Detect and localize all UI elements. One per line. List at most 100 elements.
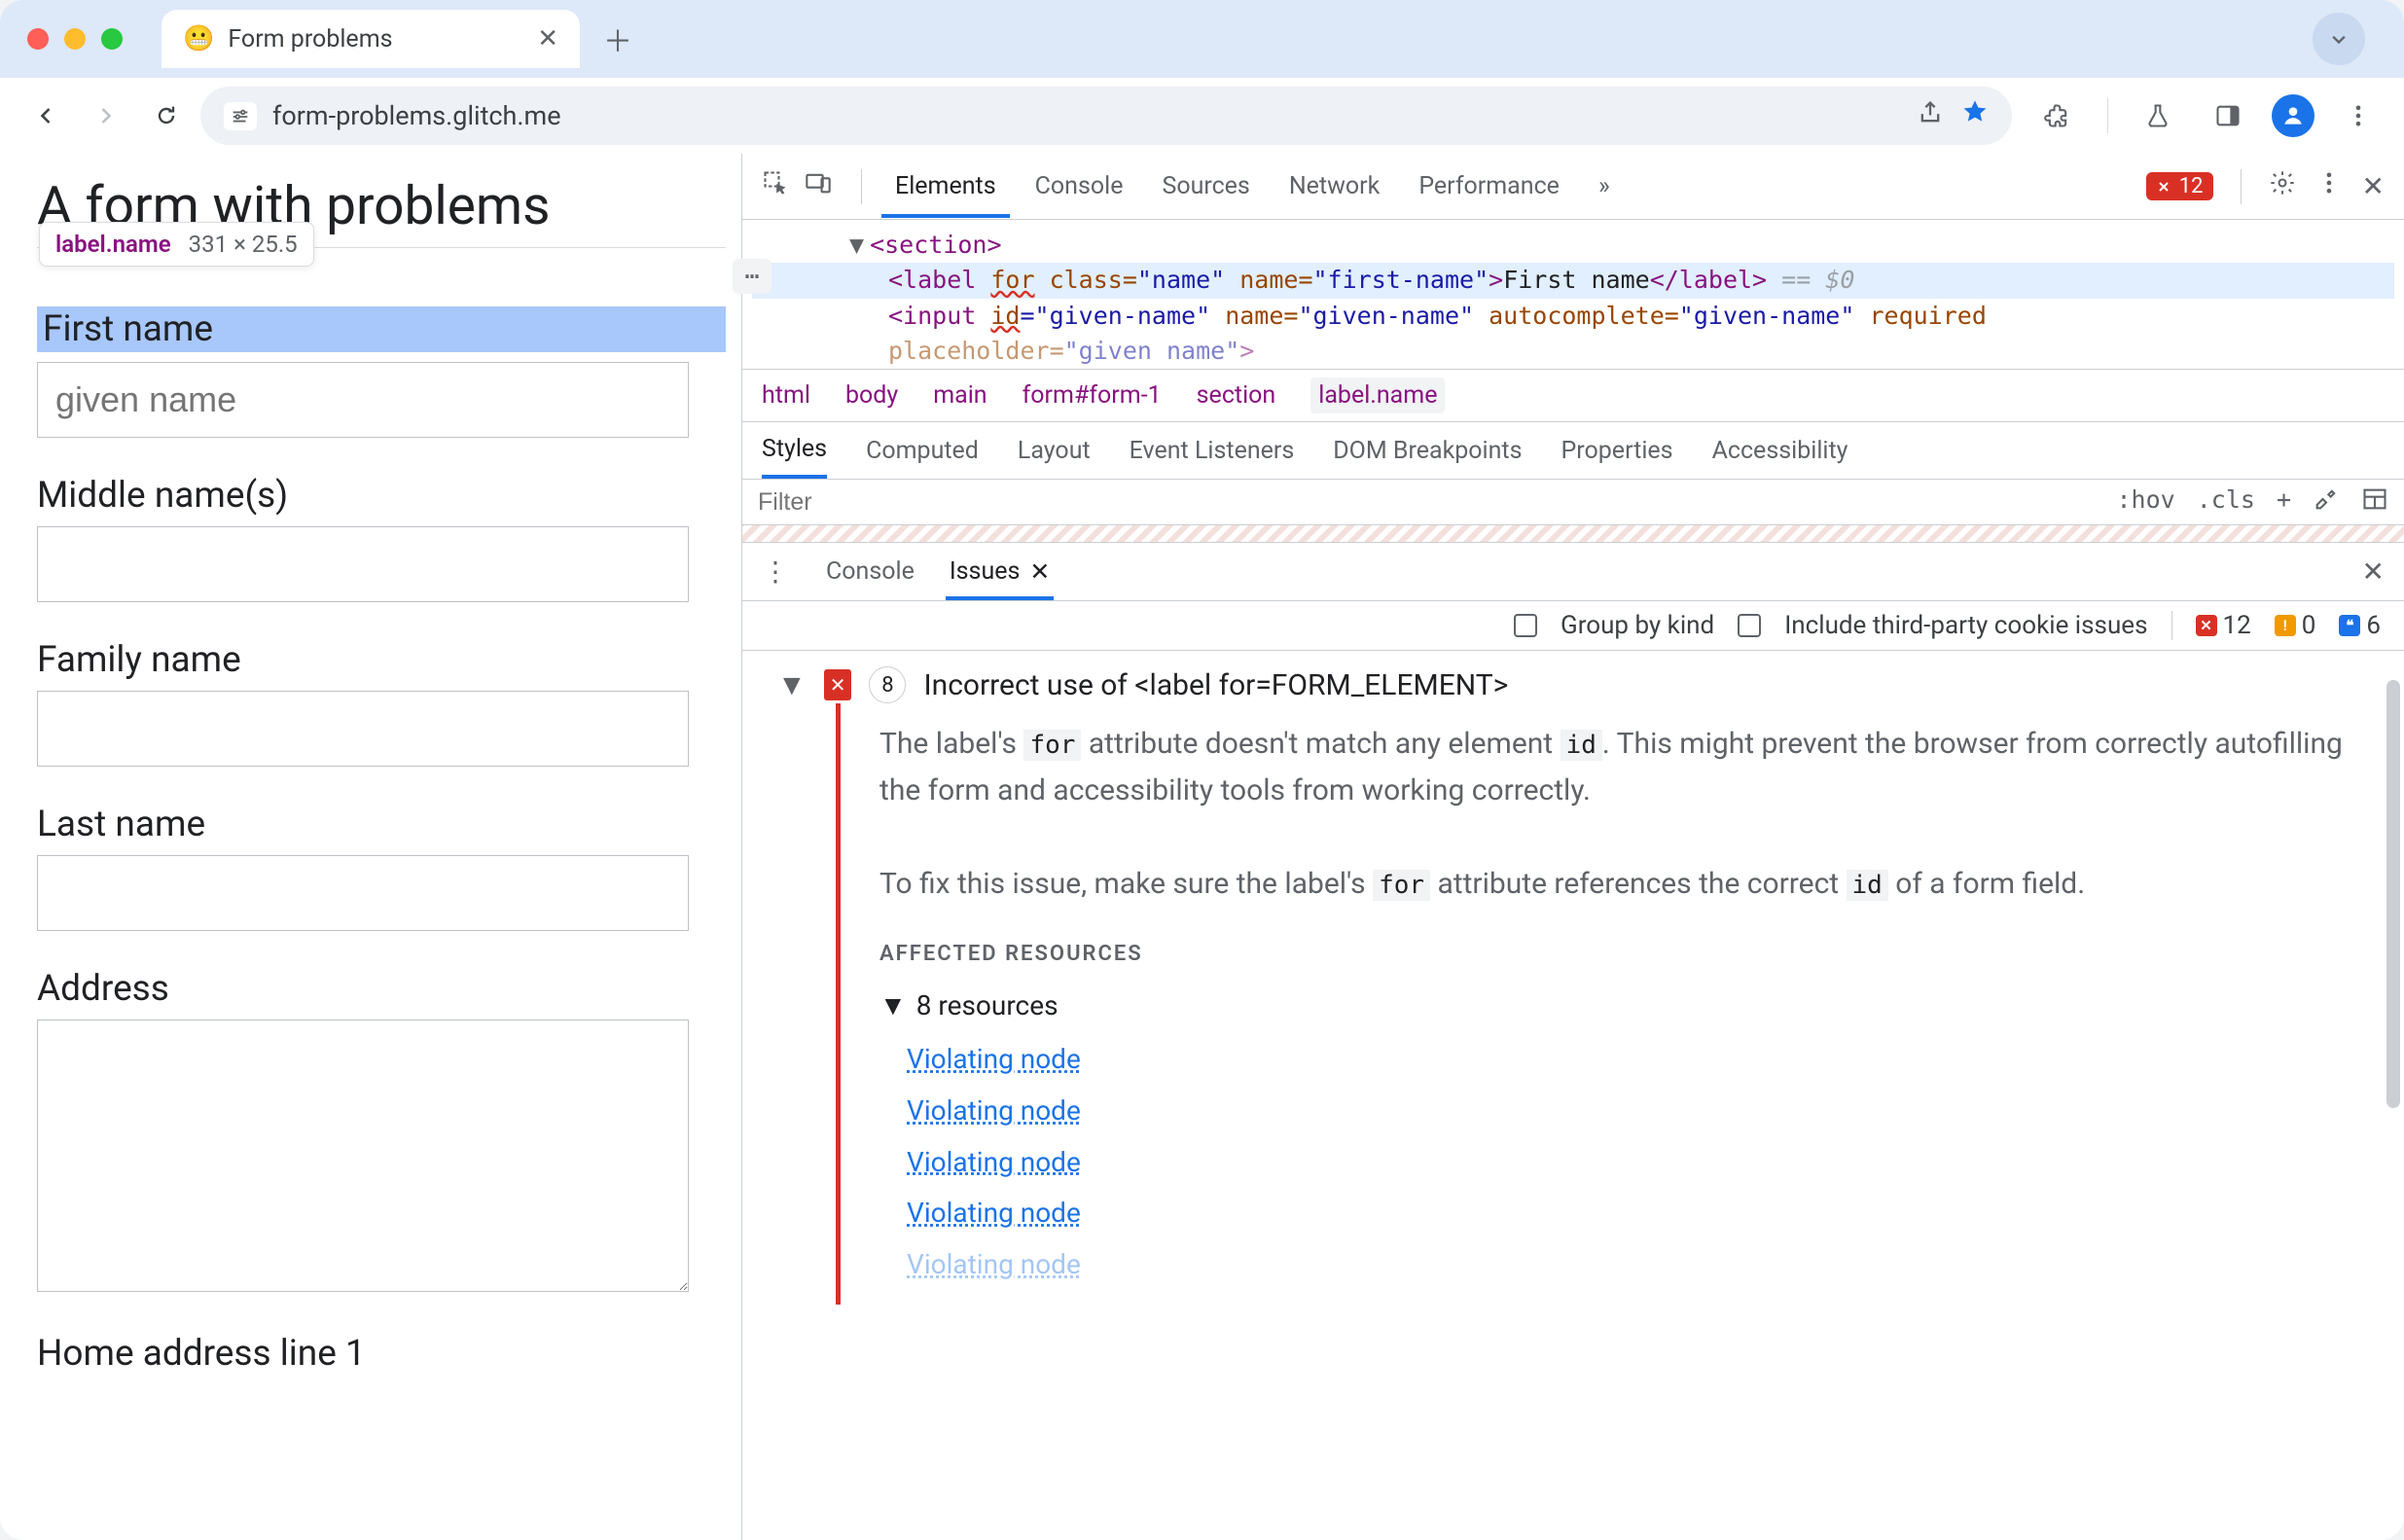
- violating-node-link[interactable]: Violating node: [907, 1243, 2365, 1287]
- devtools-close-button[interactable]: ✕: [2362, 170, 2385, 202]
- crumb[interactable]: html: [762, 381, 810, 410]
- drawer-tab-issues-label: Issues: [950, 557, 1021, 586]
- resources-toggle[interactable]: ▼ 8 resources: [879, 985, 2365, 1028]
- drawer-tab-issues[interactable]: Issues ✕: [946, 544, 1055, 600]
- cls-toggle[interactable]: .cls: [2197, 485, 2255, 519]
- group-by-kind-checkbox[interactable]: [1514, 614, 1537, 637]
- dots-vertical-icon: [2315, 169, 2343, 197]
- issue-count-errors: ✕12: [2196, 611, 2251, 640]
- dom-node-selected[interactable]: <label for class="name" name="first-name…: [752, 263, 2394, 298]
- issue-content: The label's for attribute doesn't match …: [836, 703, 2385, 1305]
- tab-console[interactable]: Console: [1022, 155, 1137, 218]
- tab-elements[interactable]: Elements: [881, 155, 1010, 218]
- tab-close-button[interactable]: ✕: [537, 24, 558, 54]
- site-info-icon[interactable]: [224, 102, 257, 130]
- drawer-tab-console[interactable]: Console: [822, 544, 918, 599]
- styles-filter-input[interactable]: [758, 488, 2105, 517]
- dom-tree[interactable]: ⋯ ▼<section> <label for class="name" nam…: [742, 220, 2404, 369]
- extensions-button[interactable]: [2031, 90, 2084, 142]
- drawer-menu[interactable]: ⋮: [762, 555, 789, 588]
- crumb[interactable]: form#form-1: [1023, 381, 1162, 410]
- tab-performance[interactable]: Performance: [1405, 155, 1573, 218]
- close-window-button[interactable]: [27, 28, 49, 50]
- issue-item: ▼ ✕ 8 Incorrect use of <label for=FORM_E…: [742, 651, 2404, 1324]
- scrollbar-thumb[interactable]: [2386, 680, 2400, 1108]
- tune-icon: [230, 106, 251, 127]
- person-icon: [2280, 103, 2306, 128]
- first-name-input[interactable]: [37, 362, 689, 438]
- reload-button[interactable]: [140, 90, 193, 142]
- family-name-input[interactable]: [37, 691, 689, 767]
- crumb-active[interactable]: label.name: [1310, 377, 1445, 413]
- tab-network[interactable]: Network: [1275, 155, 1393, 218]
- last-name-input[interactable]: [37, 855, 689, 931]
- new-tab-button[interactable]: ＋: [592, 13, 644, 65]
- back-button[interactable]: [19, 90, 72, 142]
- forward-button[interactable]: [80, 90, 132, 142]
- maximize-window-button[interactable]: [101, 28, 123, 50]
- thirdparty-checkbox[interactable]: [1738, 614, 1761, 637]
- address-textarea[interactable]: [37, 1020, 689, 1292]
- new-rule-button[interactable]: +: [2277, 485, 2291, 519]
- tab-more[interactable]: »: [1585, 155, 1624, 218]
- issue-header[interactable]: ▼ ✕ 8 Incorrect use of <label for=FORM_E…: [777, 666, 2385, 703]
- violating-node-link[interactable]: Violating node: [907, 1038, 2365, 1082]
- dom-node[interactable]: ▼<section>: [752, 228, 2394, 263]
- violating-node-link[interactable]: Violating node: [907, 1141, 2365, 1185]
- dom-node[interactable]: placeholder="given name">: [752, 334, 2394, 369]
- bookmark-button[interactable]: [1961, 98, 1989, 133]
- styles-tab-layout[interactable]: Layout: [1018, 437, 1091, 465]
- star-icon: [1961, 98, 1989, 125]
- minimize-window-button[interactable]: [64, 28, 86, 50]
- gear-icon: [2269, 169, 2296, 197]
- styles-tab-dom-bp[interactable]: DOM Breakpoints: [1333, 437, 1522, 465]
- tooltip-dimensions: 331 × 25.5: [189, 231, 298, 258]
- sidepanel-button[interactable]: [2202, 90, 2254, 142]
- disclosure-triangle-icon: ▼: [879, 985, 907, 1028]
- dom-overflow-icon[interactable]: ⋯: [733, 259, 771, 294]
- render-toggle-button[interactable]: [2361, 485, 2388, 519]
- arrow-right-icon: [92, 102, 120, 129]
- disclosure-triangle-icon[interactable]: ▼: [777, 668, 807, 702]
- drawer-tab-close[interactable]: ✕: [1029, 557, 1050, 587]
- settings-button[interactable]: [2269, 169, 2296, 203]
- thirdparty-label: Include third-party cookie issues: [1784, 611, 2147, 640]
- crumb[interactable]: body: [845, 381, 898, 410]
- error-icon: [2156, 179, 2171, 195]
- styles-tab-styles[interactable]: Styles: [762, 423, 827, 479]
- flask-icon: [2144, 102, 2171, 129]
- hov-toggle[interactable]: :hov: [2117, 485, 2175, 519]
- issue-paragraph: The label's for attribute doesn't match …: [879, 721, 2365, 814]
- device-mode-button[interactable]: [805, 169, 832, 203]
- styles-tab-accessibility[interactable]: Accessibility: [1712, 437, 1848, 465]
- computed-toggle-button[interactable]: [2313, 485, 2340, 519]
- issues-toolbar: Group by kind Include third-party cookie…: [742, 601, 2404, 651]
- tab-list-dropdown[interactable]: [2313, 13, 2365, 65]
- styles-tab-properties[interactable]: Properties: [1561, 437, 1673, 465]
- drawer-close-button[interactable]: ✕: [2362, 555, 2385, 588]
- drawer-tabs: ⋮ Console Issues ✕ ✕: [742, 543, 2404, 601]
- styles-tab-listeners[interactable]: Event Listeners: [1130, 437, 1295, 465]
- error-count-badge[interactable]: 12: [2146, 172, 2213, 200]
- error-count: 12: [2179, 174, 2204, 198]
- labs-button[interactable]: [2132, 90, 2184, 142]
- tab-sources[interactable]: Sources: [1148, 155, 1263, 218]
- browser-window: 😬 Form problems ✕ ＋ form-problems.glitch…: [0, 0, 2404, 1540]
- devtools-menu-button[interactable]: [2315, 169, 2343, 203]
- inspect-element-button[interactable]: [762, 169, 789, 203]
- address-bar[interactable]: form-problems.glitch.me: [200, 87, 2012, 145]
- styles-tab-computed[interactable]: Computed: [866, 437, 979, 465]
- overflow-menu-button[interactable]: [2332, 90, 2385, 142]
- devices-icon: [805, 169, 832, 197]
- dom-node[interactable]: <input id="given-name" name="given-name"…: [752, 299, 2394, 334]
- crumb[interactable]: section: [1197, 381, 1276, 410]
- middle-name-input[interactable]: [37, 526, 689, 602]
- profile-button[interactable]: [2272, 94, 2314, 137]
- browser-tab[interactable]: 😬 Form problems ✕: [161, 10, 580, 68]
- violating-node-link[interactable]: Violating node: [907, 1090, 2365, 1133]
- violating-node-link[interactable]: Violating node: [907, 1192, 2365, 1236]
- share-button[interactable]: [1917, 99, 1944, 133]
- crumb[interactable]: main: [933, 381, 987, 410]
- styles-filter-bar: :hov .cls +: [742, 480, 2404, 525]
- dots-vertical-icon: [2345, 102, 2372, 129]
